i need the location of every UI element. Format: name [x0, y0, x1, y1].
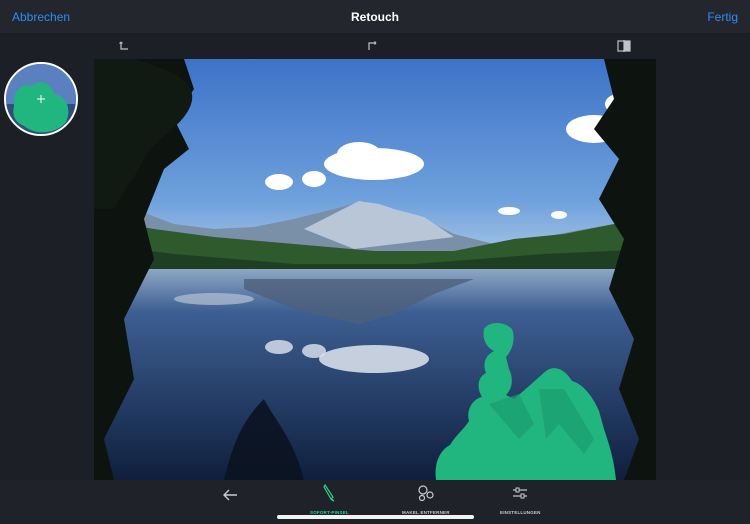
- home-indicator[interactable]: [277, 515, 474, 519]
- cancel-button[interactable]: Abbrechen: [12, 10, 70, 24]
- top-bar: Abbrechen Retouch Fertig: [0, 0, 750, 33]
- back-arrow-icon[interactable]: [222, 488, 238, 507]
- landscape-photo: [94, 59, 656, 480]
- undo-icon[interactable]: [115, 37, 133, 55]
- brush-icon: [321, 483, 337, 507]
- edit-toolbar: [0, 33, 750, 59]
- tool-makel-entferner[interactable]: MAKEL ENTFERNER: [402, 484, 450, 515]
- tool-einstellungen[interactable]: EINSTELLUNGEN: [500, 484, 541, 515]
- tool-label: EINSTELLUNGEN: [500, 510, 541, 515]
- redo-icon[interactable]: [364, 37, 382, 55]
- settings-sliders-icon: [511, 484, 529, 507]
- done-button[interactable]: Fertig: [707, 10, 738, 24]
- magnifier-loupe: [4, 62, 78, 136]
- compare-icon[interactable]: [615, 37, 633, 55]
- page-title: Retouch: [351, 9, 399, 24]
- photo-canvas[interactable]: [94, 59, 656, 480]
- tool-sofort-pinsel[interactable]: SOFORT-PINSEL: [310, 483, 349, 515]
- blemish-remover-icon: [417, 484, 435, 507]
